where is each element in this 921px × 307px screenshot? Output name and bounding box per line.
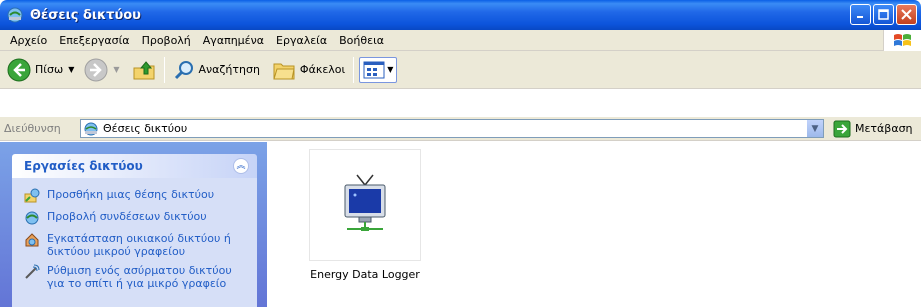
network-place-label: Energy Data Logger: [310, 268, 420, 281]
title-bar: Θέσεις δικτύου: [0, 0, 921, 30]
address-bar: Διεύθυνση Θέσεις δικτύου ▼ Μετάβαση: [0, 117, 921, 141]
task-pane: Εργασίες δικτύου ︽ Προσθήκη μιας θέσης δ…: [0, 142, 267, 307]
network-connections-icon: [25, 211, 39, 225]
task-setup-home-network[interactable]: Εγκατάσταση οικιακού δικτύου ή δικτύου μ…: [24, 232, 257, 258]
task-label: Προβολή συνδέσεων δικτύου: [47, 210, 207, 223]
folders-label: Φάκελοι: [299, 63, 346, 76]
views-icon: [363, 61, 385, 78]
views-button[interactable]: ▼: [359, 56, 398, 83]
address-label: Διεύθυνση: [4, 122, 61, 135]
wireless-network-icon: [25, 264, 40, 279]
windows-flag-icon: [893, 33, 911, 46]
menu-tools[interactable]: Εργαλεία: [270, 34, 333, 47]
back-dropdown-icon[interactable]: ▼: [68, 65, 74, 74]
forward-arrow-icon: [84, 58, 108, 81]
folders-icon: [273, 63, 295, 79]
network-tasks-panel: Εργασίες δικτύου ︽ Προσθήκη μιας θέσης δ…: [12, 154, 257, 307]
go-button[interactable]: Μετάβαση: [833, 119, 913, 138]
toolbar: Πίσω ▼ ▼ Αναζήτηση Φάκελοι ▼: [0, 51, 921, 89]
menu-bar: Αρχείο Επεξεργασία Προβολή Αγαπημένα Εργ…: [0, 30, 921, 51]
task-setup-wireless-network[interactable]: Ρύθμιση ενός ασύρματου δικτύου για το σπ…: [24, 264, 257, 290]
task-label: Ρύθμιση ενός ασύρματου δικτύου για το σπ…: [47, 264, 232, 290]
content-area: Energy Data Logger: [267, 142, 921, 307]
address-field[interactable]: Θέσεις δικτύου ▼: [80, 119, 824, 138]
task-label: Εγκατάσταση οικιακού δικτύου ή δικτύου μ…: [47, 232, 231, 258]
minimize-button[interactable]: [850, 4, 871, 25]
views-dropdown-icon[interactable]: ▼: [387, 65, 393, 74]
back-label: Πίσω: [35, 63, 64, 76]
back-button[interactable]: Πίσω ▼: [4, 54, 77, 86]
close-icon: [901, 9, 912, 20]
minimize-icon: [857, 16, 863, 18]
address-dropdown-icon[interactable]: ▼: [806, 120, 823, 137]
go-label: Μετάβαση: [855, 122, 913, 135]
menu-favorites[interactable]: Αγαπημένα: [197, 34, 270, 47]
add-network-place-icon: [24, 188, 40, 203]
home-network-icon: [25, 233, 39, 247]
collapse-chevron-icon[interactable]: ︽: [233, 158, 249, 174]
menu-help[interactable]: Βοήθεια: [333, 34, 390, 47]
maximize-icon: [878, 9, 889, 20]
network-place-item[interactable]: Energy Data Logger: [301, 149, 429, 281]
network-places-icon: [84, 122, 98, 135]
folder-up-icon: [133, 60, 154, 79]
back-arrow-icon: [7, 58, 31, 81]
network-tasks-body: Προσθήκη μιας θέσης δικτύου Προβολή συνδ…: [12, 178, 257, 307]
toolbar-separator: [353, 56, 355, 83]
folders-button[interactable]: Φάκελοι: [269, 54, 348, 86]
windows-logo: [883, 30, 921, 51]
menu-file[interactable]: Αρχείο: [4, 34, 53, 47]
search-label: Αναζήτηση: [198, 63, 260, 76]
toolbar-separator: [163, 56, 165, 83]
go-arrow-icon: [833, 120, 851, 137]
item-thumbnail: [309, 149, 421, 261]
up-button[interactable]: [129, 54, 159, 86]
network-places-icon: [7, 7, 23, 23]
network-tasks-title: Εργασίες δικτύου: [24, 159, 143, 173]
network-tasks-header[interactable]: Εργασίες δικτύου ︽: [12, 154, 257, 178]
search-icon: [174, 60, 193, 79]
forward-dropdown-icon[interactable]: ▼: [113, 65, 119, 74]
menu-edit[interactable]: Επεξεργασία: [53, 34, 135, 47]
task-add-network-place[interactable]: Προσθήκη μιας θέσης δικτύου: [24, 188, 257, 204]
search-button[interactable]: Αναζήτηση: [170, 54, 263, 86]
task-label: Προσθήκη μιας θέσης δικτύου: [47, 188, 215, 201]
maximize-button[interactable]: [873, 4, 894, 25]
address-value: Θέσεις δικτύου: [103, 122, 188, 135]
network-computer-icon: [344, 174, 386, 231]
forward-button[interactable]: ▼: [81, 54, 122, 86]
close-button[interactable]: [896, 4, 917, 25]
task-view-network-connections[interactable]: Προβολή συνδέσεων δικτύου: [24, 210, 257, 226]
menu-view[interactable]: Προβολή: [136, 34, 197, 47]
window-title: Θέσεις δικτύου: [30, 7, 141, 23]
